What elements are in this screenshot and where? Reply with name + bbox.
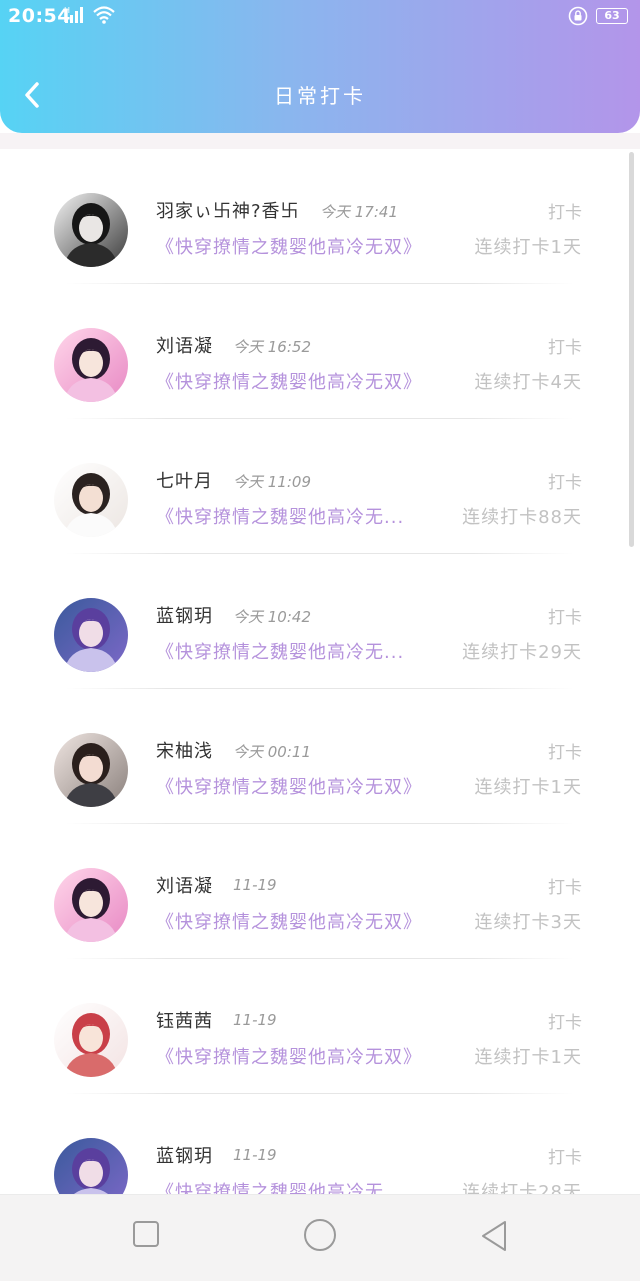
battery-indicator: 63 — [596, 8, 628, 24]
checkin-time: 11-19 — [233, 1011, 277, 1029]
checkin-label: 打卡 — [548, 473, 582, 493]
checkin-row[interactable]: 七叶月 今天 11:09 打卡《快穿撩情之魏婴他高冷无... 连续打卡88天 — [0, 419, 640, 554]
checkin-streak: 连续打卡3天 — [474, 912, 582, 933]
checkin-streak: 连续打卡28天 — [462, 1182, 582, 1194]
user-name[interactable]: 蓝钢玥 — [156, 602, 213, 628]
lock-icon — [568, 6, 588, 30]
book-title-link[interactable]: 《快穿撩情之魏婴他高冷无双》 — [156, 368, 422, 394]
book-title-link[interactable]: 《快穿撩情之魏婴他高冷无双》 — [156, 773, 422, 799]
page-title: 日常打卡 — [274, 84, 366, 108]
user-avatar[interactable] — [54, 733, 128, 807]
checkin-time: 11-19 — [233, 876, 277, 894]
triangle-back-icon — [482, 1221, 506, 1251]
user-avatar[interactable] — [54, 463, 128, 537]
scrollbar[interactable] — [629, 152, 634, 547]
checkin-streak: 连续打卡88天 — [462, 507, 582, 528]
user-name[interactable]: 宋柚浅 — [156, 737, 213, 763]
home-button[interactable] — [303, 1219, 337, 1257]
checkin-row[interactable]: 刘语凝 11-19 打卡《快穿撩情之魏婴他高冷无双》 连续打卡3天 — [0, 824, 640, 959]
user-avatar[interactable] — [54, 1003, 128, 1077]
user-avatar[interactable] — [54, 868, 128, 942]
book-title-link[interactable]: 《快穿撩情之魏婴他高冷无... — [156, 638, 404, 664]
checkin-label: 打卡 — [548, 203, 582, 223]
system-navigation-bar — [0, 1194, 640, 1281]
book-title-link[interactable]: 《快穿撩情之魏婴他高冷无双》 — [156, 908, 422, 934]
checkin-streak: 连续打卡1天 — [474, 777, 582, 798]
checkin-streak: 连续打卡1天 — [474, 237, 582, 258]
checkin-streak: 连续打卡29天 — [462, 642, 582, 663]
user-avatar[interactable] — [54, 328, 128, 402]
checkin-time: 今天 17:41 — [320, 203, 398, 221]
book-title-link[interactable]: 《快穿撩情之魏婴他高冷无... — [156, 1178, 404, 1194]
user-name[interactable]: 羽家ぃ卐神?香卐 — [156, 197, 300, 223]
checkin-time: 今天 10:42 — [233, 608, 311, 626]
checkin-streak: 连续打卡4天 — [474, 372, 582, 393]
checkin-time: 今天 11:09 — [233, 473, 311, 491]
recent-apps-button[interactable] — [131, 1219, 161, 1253]
header: 20:54 H 63 日常打卡 — [0, 0, 640, 133]
header-spacer — [0, 133, 640, 149]
user-name[interactable]: 刘语凝 — [156, 872, 213, 898]
wifi-icon — [92, 5, 116, 29]
checkin-label: 打卡 — [548, 608, 582, 628]
checkin-row[interactable]: 钰茜茜 11-19 打卡《快穿撩情之魏婴他高冷无双》 连续打卡1天 — [0, 959, 640, 1094]
checkin-streak: 连续打卡1天 — [474, 1047, 582, 1068]
checkin-time: 今天 00:11 — [233, 743, 311, 761]
user-name[interactable]: 七叶月 — [156, 467, 213, 493]
checkin-row[interactable]: 羽家ぃ卐神?香卐 今天 17:41 打卡《快穿撩情之魏婴他高冷无双》 连续打卡1天 — [0, 149, 640, 284]
book-title-link[interactable]: 《快穿撩情之魏婴他高冷无双》 — [156, 1043, 422, 1069]
status-time: 20:54 — [8, 5, 71, 27]
signal-icon: H — [64, 6, 88, 28]
network-type-label: H — [64, 6, 70, 15]
checkin-label: 打卡 — [548, 338, 582, 358]
checkin-time: 11-19 — [233, 1146, 277, 1164]
book-title-link[interactable]: 《快穿撩情之魏婴他高冷无... — [156, 503, 404, 529]
book-title-link[interactable]: 《快穿撩情之魏婴他高冷无双》 — [156, 233, 422, 259]
checkin-row[interactable]: 蓝钢玥 11-19 打卡《快穿撩情之魏婴他高冷无... 连续打卡28天 — [0, 1094, 640, 1194]
checkin-label: 打卡 — [548, 1148, 582, 1168]
checkin-row[interactable]: 刘语凝 今天 16:52 打卡《快穿撩情之魏婴他高冷无双》 连续打卡4天 — [0, 284, 640, 419]
user-name[interactable]: 刘语凝 — [156, 332, 213, 358]
checkin-list[interactable]: 羽家ぃ卐神?香卐 今天 17:41 打卡 《快穿撩情之魏婴他高冷无双》 连续打卡1天 刘语… — [0, 149, 640, 1194]
checkin-row[interactable]: 蓝钢玥 今天 10:42 打卡《快穿撩情之魏婴他高冷无... 连续打卡29天 — [0, 554, 640, 689]
user-avatar[interactable] — [54, 598, 128, 672]
circle-icon — [304, 1219, 336, 1251]
checkin-row[interactable]: 宋柚浅 今天 00:11 打卡《快穿撩情之魏婴他高冷无双》 连续打卡1天 — [0, 689, 640, 824]
checkin-time: 今天 16:52 — [233, 338, 311, 356]
square-icon — [133, 1221, 159, 1247]
status-bar: 20:54 H 63 — [0, 0, 640, 32]
user-avatar[interactable] — [54, 193, 128, 267]
user-name[interactable]: 蓝钢玥 — [156, 1142, 213, 1168]
back-nav-button[interactable] — [479, 1219, 509, 1257]
user-avatar[interactable] — [54, 1138, 128, 1194]
checkin-label: 打卡 — [548, 878, 582, 898]
checkin-label: 打卡 — [548, 1013, 582, 1033]
checkin-label: 打卡 — [548, 743, 582, 763]
user-name[interactable]: 钰茜茜 — [156, 1007, 213, 1033]
